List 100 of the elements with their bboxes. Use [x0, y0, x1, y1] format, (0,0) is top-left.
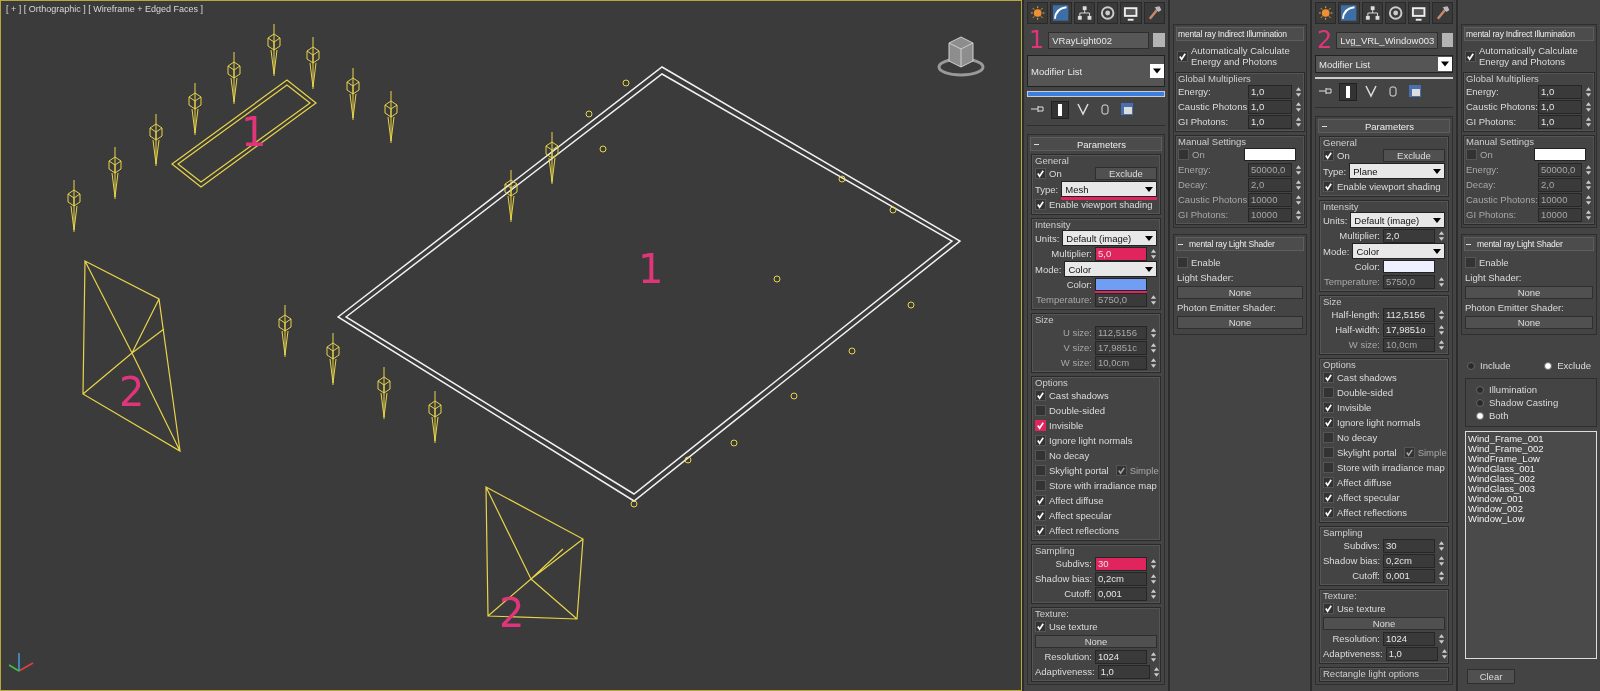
sun-icon[interactable] [1027, 2, 1049, 24]
spinner-icon[interactable] [1295, 193, 1302, 206]
checkbox[interactable] [1466, 149, 1477, 160]
rollout-title[interactable]: mental ray Indirect Illumination [1464, 27, 1594, 41]
checkbox[interactable] [1035, 435, 1046, 446]
color-swatch[interactable] [1095, 278, 1147, 291]
list-item[interactable]: WindGlass_001 [1468, 464, 1594, 474]
list-item[interactable]: Window_Low [1468, 514, 1594, 524]
map-button[interactable]: None [1177, 316, 1303, 329]
spinner-icon[interactable] [1150, 247, 1157, 260]
hammer-icon[interactable] [1431, 2, 1453, 24]
number-field[interactable]: 17,9851o [1383, 322, 1435, 337]
spinner-icon[interactable] [1585, 85, 1592, 98]
checkbox[interactable] [1323, 462, 1334, 473]
spinner-icon[interactable] [1150, 587, 1157, 600]
map-button[interactable]: None [1323, 617, 1445, 630]
bar-icon[interactable] [1051, 101, 1069, 119]
curve-icon[interactable] [1050, 2, 1072, 24]
modifier-list-dropdown[interactable]: Modifier List [1027, 55, 1165, 87]
modifier-list-dropdown[interactable]: Modifier List [1315, 55, 1453, 73]
spinner-icon[interactable] [1150, 341, 1157, 354]
checkbox[interactable] [1035, 450, 1046, 461]
number-field[interactable]: 1,0 [1538, 84, 1582, 99]
color-swatch[interactable] [1534, 148, 1586, 161]
dropdown[interactable]: Default (image) [1350, 212, 1445, 228]
map-button[interactable]: None [1465, 286, 1593, 299]
checkbox[interactable] [1323, 417, 1334, 428]
checkbox[interactable] [1035, 420, 1046, 431]
number-field[interactable]: 5,0 [1095, 246, 1147, 261]
number-field[interactable]: 1,0 [1248, 99, 1292, 114]
radio-button[interactable] [1467, 361, 1475, 370]
list-item[interactable]: WindGlass_002 [1468, 474, 1594, 484]
checkbox[interactable] [1178, 149, 1189, 160]
checkbox[interactable] [1035, 495, 1046, 506]
number-field[interactable]: 1,0 [1097, 664, 1150, 679]
checkbox[interactable] [1323, 507, 1334, 518]
viewport-label[interactable]: [ + ] [ Orthographic ] [ Wireframe + Edged Faces ] [6, 4, 204, 14]
spinner-icon[interactable] [1150, 293, 1157, 306]
motion-icon[interactable] [1097, 2, 1119, 24]
list-item[interactable]: Window_001 [1468, 494, 1594, 504]
rollout-title[interactable]: mental ray Light Shader [1464, 237, 1594, 251]
checkbox[interactable] [1465, 257, 1476, 268]
clear-button[interactable]: Clear [1467, 669, 1515, 684]
list-item[interactable]: WindFrame_Low [1468, 454, 1594, 464]
spinner-icon[interactable] [1438, 229, 1445, 242]
spinner-icon[interactable] [1295, 100, 1302, 113]
checkbox[interactable] [1035, 510, 1046, 521]
radio-button[interactable] [1476, 398, 1484, 407]
spinner-icon[interactable] [1438, 275, 1445, 288]
checkbox[interactable] [1035, 405, 1046, 416]
dropdown[interactable]: Mesh [1061, 181, 1157, 197]
map-button[interactable]: None [1035, 635, 1157, 648]
checkbox[interactable] [1323, 477, 1334, 488]
number-field[interactable]: 1,0 [1385, 646, 1438, 661]
list-item[interactable]: Wind_Frame_002 [1468, 444, 1594, 454]
rollout-title[interactable]: Parameters [1030, 137, 1162, 151]
number-field[interactable]: 1,0 [1248, 114, 1292, 129]
spinner-icon[interactable] [1438, 554, 1446, 567]
spinner-icon[interactable] [1150, 572, 1158, 585]
checkbox[interactable] [1323, 372, 1334, 383]
radio-button[interactable] [1476, 385, 1484, 394]
checkbox[interactable] [1035, 168, 1046, 179]
number-field[interactable]: 1,0 [1538, 99, 1582, 114]
dropdown[interactable]: Color [1352, 243, 1445, 259]
rollout-title[interactable]: mental ray Light Shader [1176, 237, 1304, 251]
spinner-icon[interactable] [1585, 163, 1592, 176]
curve-icon[interactable] [1338, 2, 1360, 24]
checkbox[interactable] [1035, 621, 1046, 632]
spinner-icon[interactable] [1150, 557, 1157, 570]
spinner-icon[interactable] [1295, 178, 1302, 191]
spinner-icon[interactable] [1150, 650, 1157, 663]
spinner-icon[interactable] [1438, 539, 1445, 552]
spinner-icon[interactable] [1438, 338, 1445, 351]
spinner-icon[interactable] [1438, 323, 1445, 336]
checkbox[interactable] [1035, 390, 1046, 401]
dropdown[interactable]: Default (image) [1062, 230, 1157, 246]
checkbox[interactable] [1323, 181, 1334, 192]
monitor-icon[interactable] [1120, 2, 1142, 24]
viewcube-icon[interactable] [937, 36, 985, 77]
checkbox[interactable] [1323, 603, 1334, 614]
checkbox[interactable] [1177, 257, 1188, 268]
dropdown[interactable]: Plane [1349, 163, 1445, 179]
spinner-icon[interactable] [1438, 569, 1445, 582]
number-field[interactable]: 1,0 [1538, 114, 1582, 129]
checkbox[interactable] [1115, 465, 1127, 476]
rollout-title[interactable]: mental ray Indirect Illumination [1176, 27, 1304, 41]
color-swatch[interactable] [1244, 148, 1296, 161]
list-item[interactable]: Window_002 [1468, 504, 1594, 514]
number-field[interactable]: 112,5156 [1383, 307, 1435, 322]
hierarchy-icon[interactable] [1073, 2, 1095, 24]
spinner-icon[interactable] [1585, 178, 1592, 191]
map-button[interactable]: None [1465, 316, 1593, 329]
spinner-icon[interactable] [1585, 115, 1592, 128]
spinner-icon[interactable] [1438, 632, 1445, 645]
number-field[interactable]: 1024 [1383, 631, 1435, 646]
checkbox[interactable] [1035, 480, 1046, 491]
monitor-icon[interactable] [1408, 2, 1430, 24]
number-field[interactable]: 0,2cm [1095, 571, 1148, 586]
object-name-field[interactable]: Lvg_VRL_Window003 [1336, 31, 1439, 49]
color-swatch[interactable] [1383, 260, 1435, 273]
